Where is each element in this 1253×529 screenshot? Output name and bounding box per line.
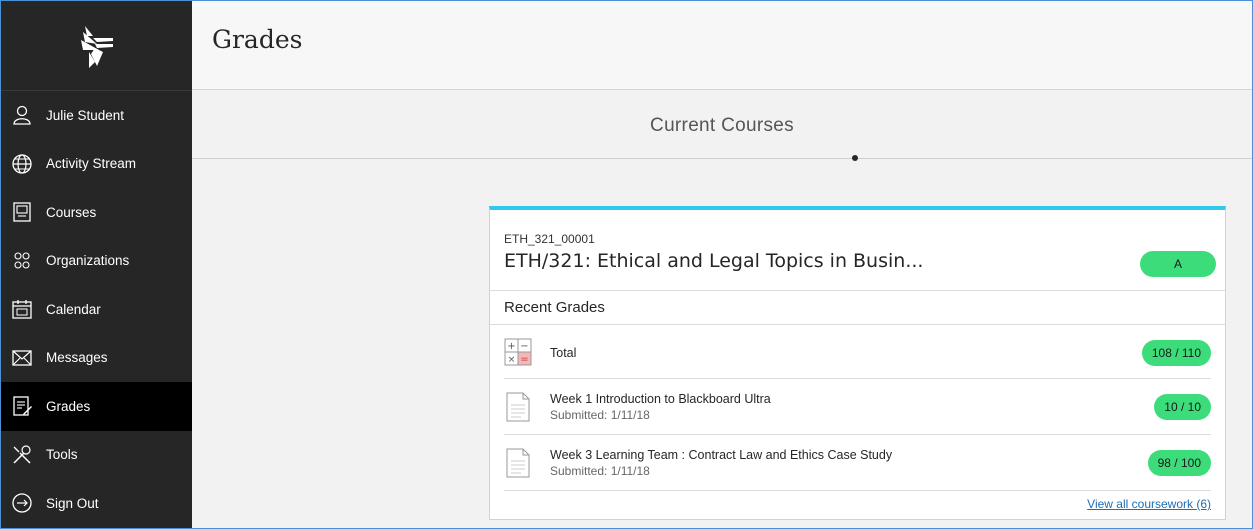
sidebar: Julie Student Activity Stream Courses Or… (1, 1, 192, 528)
sidebar-item-profile[interactable]: Julie Student (1, 91, 192, 140)
sidebar-item-messages[interactable]: Messages (1, 334, 192, 383)
grade-row-total[interactable]: + − × = Total 108 / 110 (504, 325, 1211, 379)
section-title: Current Courses (650, 115, 794, 136)
current-courses-header: Current Courses (192, 90, 1252, 161)
grades-icon (11, 395, 33, 417)
grade-item-title: Total (550, 346, 577, 360)
grade-score-badge: 98 / 100 (1147, 450, 1211, 476)
sidebar-item-label: Calendar (46, 301, 101, 317)
calculator-icon: + − × = (504, 338, 532, 366)
grade-score-badge: 10 / 10 (1154, 394, 1211, 420)
course-grade-card: ETH_321_00001 ETH/321: Ethical and Legal… (489, 206, 1226, 520)
sidebar-item-grades[interactable]: Grades (1, 382, 192, 431)
sidebar-item-label: Messages (46, 350, 108, 366)
course-id: ETH_321_00001 (504, 232, 595, 246)
document-icon (506, 392, 530, 422)
timeline-dot (852, 155, 858, 161)
submission-date: Submitted: 1/11/18 (550, 408, 650, 422)
grade-row-item[interactable]: Week 3 Learning Team : Contract Law and … (504, 435, 1211, 491)
sidebar-item-label: Activity Stream (46, 156, 137, 172)
sidebar-nav: Julie Student Activity Stream Courses Or… (1, 91, 192, 528)
grade-item-title[interactable]: Week 3 Learning Team : Contract Law and … (550, 448, 892, 462)
document-icon (506, 448, 530, 478)
grade-row-item[interactable]: Week 1 Introduction to Blackboard Ultra … (504, 379, 1211, 435)
calendar-icon (11, 298, 33, 320)
course-name[interactable]: ETH/321: Ethical and Legal Topics in Bus… (504, 250, 923, 272)
globe-icon (11, 153, 33, 175)
sidebar-item-activity-stream[interactable]: Activity Stream (1, 140, 192, 189)
sign-out-icon (11, 492, 33, 514)
view-all-coursework-link[interactable]: View all coursework (6) (1087, 497, 1211, 511)
sidebar-item-label: Courses (46, 204, 97, 220)
courses-icon (11, 201, 33, 223)
sidebar-item-organizations[interactable]: Organizations (1, 237, 192, 286)
sidebar-item-calendar[interactable]: Calendar (1, 285, 192, 334)
user-icon (11, 104, 33, 126)
institution-logo[interactable] (1, 1, 192, 91)
svg-text:=: = (520, 354, 528, 365)
overall-grade-badge: A (1140, 251, 1216, 277)
sidebar-item-label: Organizations (46, 253, 130, 269)
sidebar-item-courses[interactable]: Courses (1, 188, 192, 237)
main-content: Grades Current Courses ETH_321_00001 ETH… (192, 1, 1252, 528)
tools-icon (11, 444, 33, 466)
sidebar-item-label: Julie Student (46, 107, 125, 123)
svg-text:+: + (507, 341, 515, 352)
sidebar-item-label: Tools (46, 447, 78, 463)
grade-score-badge: 108 / 110 (1141, 340, 1211, 366)
svg-text:−: − (520, 341, 528, 352)
page-title: Grades (212, 25, 303, 54)
page-header: Grades (192, 1, 1252, 90)
organizations-icon (11, 250, 33, 272)
section-divider (192, 158, 1252, 159)
submission-date: Submitted: 1/11/18 (550, 464, 650, 478)
envelope-icon (11, 347, 33, 369)
course-card-header[interactable]: ETH_321_00001 ETH/321: Ethical and Legal… (490, 210, 1225, 291)
grade-item-title[interactable]: Week 1 Introduction to Blackboard Ultra (550, 392, 771, 406)
phoenix-logo-icon (80, 25, 113, 68)
recent-grades-heading: Recent Grades (490, 291, 1225, 325)
sidebar-item-label: Sign Out (46, 495, 99, 511)
svg-text:×: × (508, 355, 516, 365)
sidebar-item-label: Grades (46, 398, 91, 414)
sidebar-item-tools[interactable]: Tools (1, 431, 192, 480)
sidebar-item-sign-out[interactable]: Sign Out (1, 479, 192, 528)
